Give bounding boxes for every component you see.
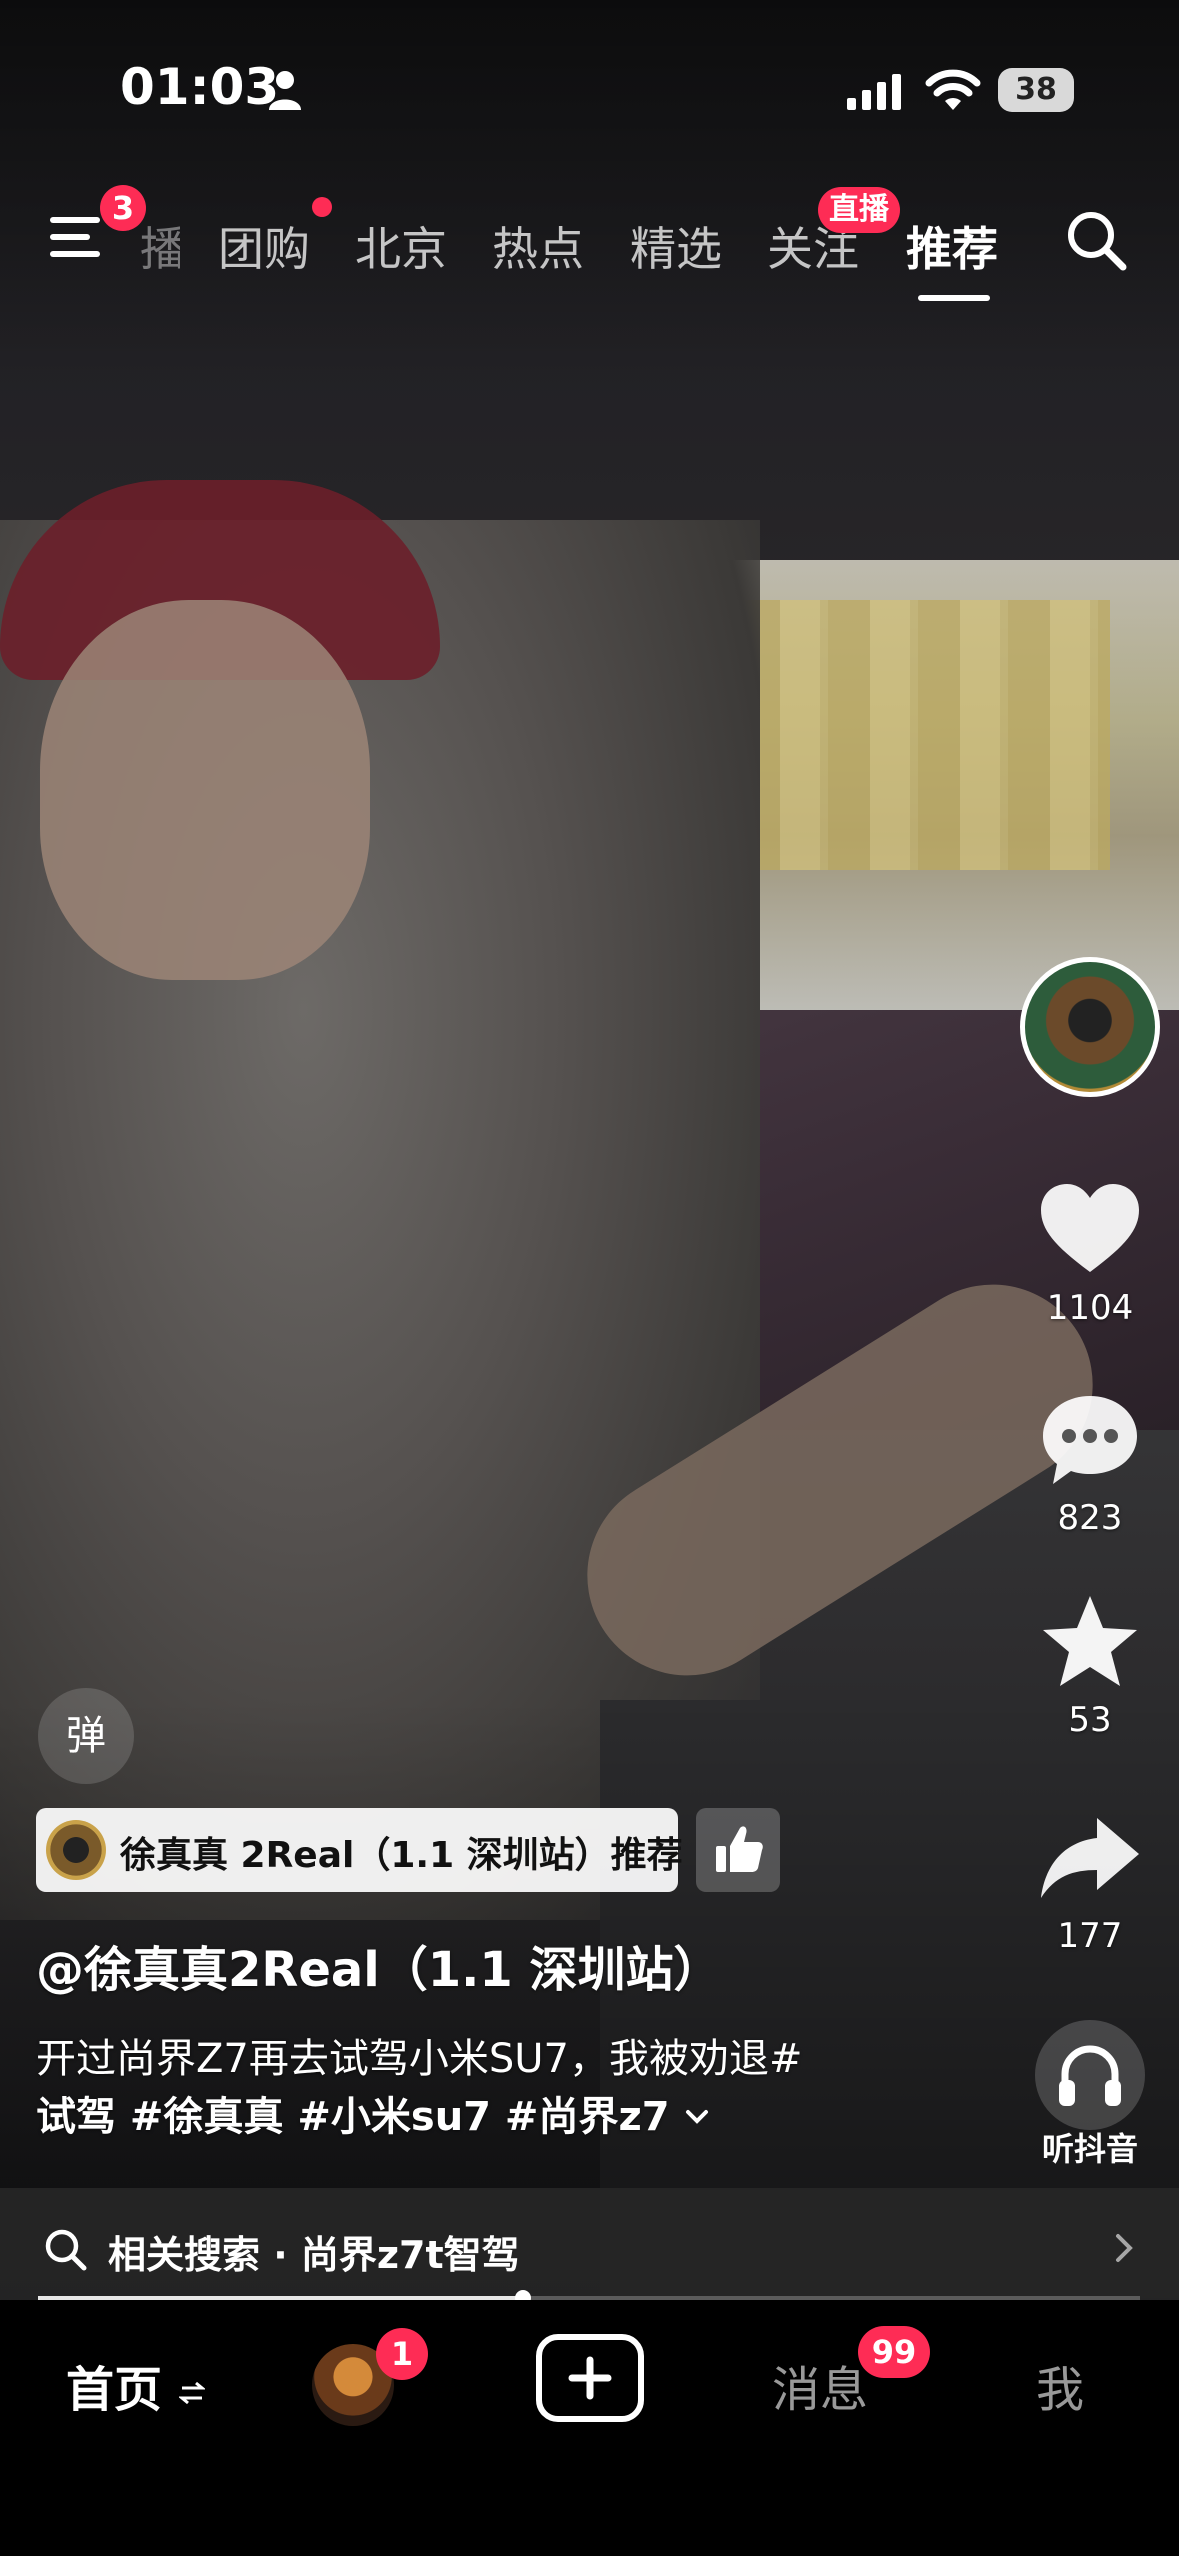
chevron-right-icon: [1116, 2234, 1133, 2262]
favorite-button[interactable]: 53: [1030, 1592, 1150, 1740]
live-badge: 直播: [818, 187, 900, 233]
listen-label: 听抖音: [1041, 2130, 1138, 2168]
headphones-icon: [1035, 2020, 1145, 2130]
caption-line-2: 试驾 #徐真真 #小米su7 #尚界z7: [36, 2088, 916, 2146]
person-icon: [269, 71, 301, 110]
thumbs-up-icon: [716, 1826, 763, 1872]
tab-group-buy[interactable]: 团购: [218, 213, 310, 279]
cellular-signal-icon: [847, 74, 901, 110]
nav-me[interactable]: 我: [1036, 2350, 1084, 2420]
nav-home[interactable]: 首页: [66, 2350, 206, 2420]
expand-chevron-icon[interactable]: [670, 2094, 713, 2140]
comment-icon: [1043, 1396, 1137, 1484]
battery-indicator: 38: [998, 68, 1074, 112]
like-count: 1104: [1046, 1288, 1134, 1328]
search-icon[interactable]: [1063, 207, 1129, 273]
caption-line-1: 开过尚界Z7再去试驾小米SU7，我被劝退#: [36, 2036, 803, 2082]
video-screen[interactable]: 01:03 38 3 播 团购 北京 热点 精选 关注 直播 推荐 1104 8…: [0, 0, 1179, 2556]
heart-icon: [1041, 1184, 1139, 1272]
video-caption[interactable]: 开过尚界Z7再去试驾小米SU7，我被劝退# 试驾 #徐真真 #小米su7 #尚界…: [36, 2030, 916, 2146]
nav-home-label: 首页: [66, 2362, 163, 2418]
tab-beijing[interactable]: 北京: [355, 213, 447, 279]
tab-live-partial[interactable]: 播: [140, 213, 180, 279]
create-button[interactable]: [536, 2334, 644, 2422]
comment-count: 823: [1057, 1498, 1123, 1538]
danmaku-toggle[interactable]: 弹: [38, 1688, 134, 1784]
related-search-bar[interactable]: 相关搜索 · 尚界z7t智驾: [0, 2188, 1179, 2308]
tab-recommended[interactable]: 推荐: [906, 213, 998, 279]
wifi-icon: [925, 69, 981, 110]
status-time: 01:03: [120, 58, 280, 116]
related-search-text: 相关搜索 · 尚界z7t智驾: [108, 2233, 520, 2277]
messages-badge: 99: [858, 2326, 930, 2378]
tab-featured[interactable]: 精选: [630, 213, 722, 279]
nav-messages[interactable]: 消息: [772, 2350, 868, 2420]
friends-badge: 1: [376, 2328, 428, 2380]
active-tab-underline: [918, 295, 990, 301]
friend-recommend-pill[interactable]: 徐真真 2Real（1.1 深圳站）推荐: [36, 1808, 683, 1892]
status-bar: 01:03 38: [0, 50, 1179, 130]
top-tab-bar: 3 播 团购 北京 热点 精选 关注 直播 推荐: [0, 185, 1179, 305]
group-buy-dot: [312, 197, 332, 217]
driver-face: [40, 600, 370, 980]
recommend-text: 徐真真 2Real（1.1 深圳站）推荐: [120, 1835, 683, 1876]
recommend-thumb-button[interactable]: [696, 1808, 780, 1892]
author-name[interactable]: @徐真真2Real（1.1 深圳站）: [36, 1930, 722, 2000]
caption-hashtags[interactable]: 试驾 #徐真真 #小米su7 #尚界z7: [36, 2094, 670, 2140]
share-arrow-icon: [1041, 1818, 1139, 1898]
bottom-nav: 首页 1 消息 99 我: [0, 2300, 1179, 2556]
share-count: 177: [1057, 1916, 1123, 1956]
recommender-avatar: [46, 1820, 106, 1880]
comment-button[interactable]: 823: [1030, 1390, 1150, 1538]
listen-douyin-button[interactable]: 听抖音: [1025, 2020, 1155, 2170]
favorite-count: 53: [1068, 1700, 1112, 1740]
star-icon: [1043, 1596, 1137, 1686]
menu-icon[interactable]: [50, 217, 106, 263]
tab-hot[interactable]: 热点: [492, 213, 584, 279]
creator-avatar[interactable]: [1020, 957, 1160, 1097]
switch-arrows-icon: [177, 2381, 206, 2405]
plus-icon: [568, 2356, 612, 2400]
share-button[interactable]: 177: [1030, 1808, 1150, 1956]
like-button[interactable]: 1104: [1030, 1180, 1150, 1328]
search-icon: [45, 2229, 87, 2271]
